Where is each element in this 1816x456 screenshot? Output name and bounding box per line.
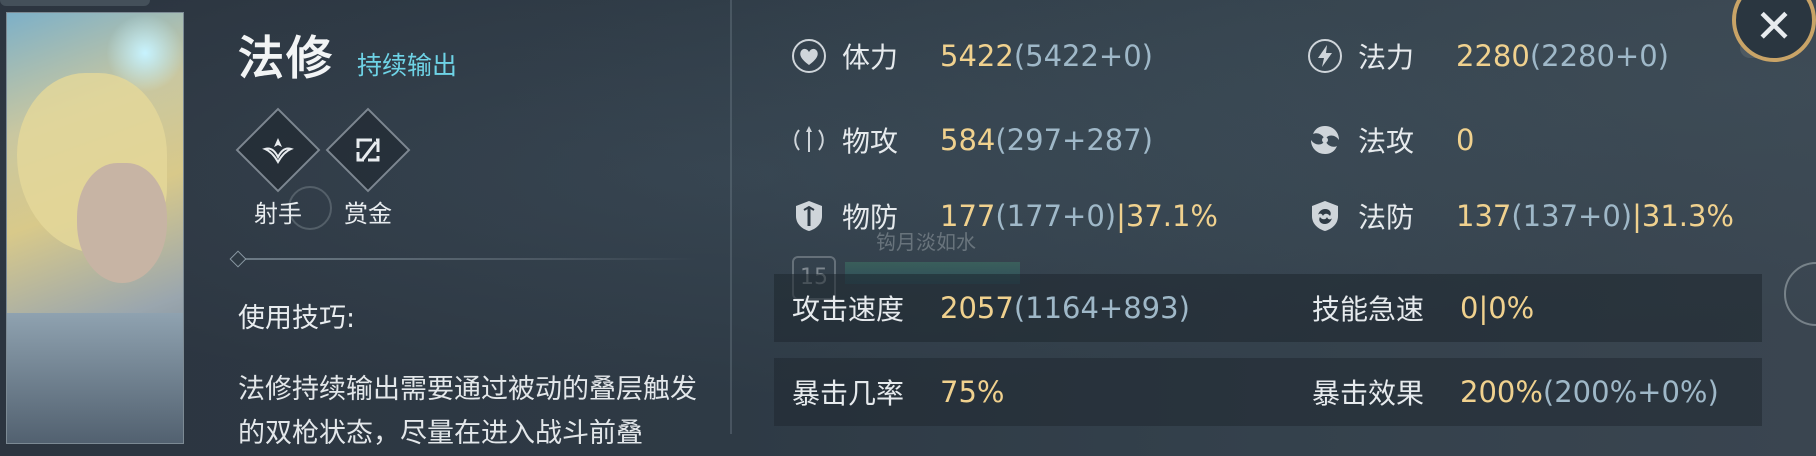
close-icon: ✕ — [1754, 0, 1794, 53]
stat-label: 法力 — [1358, 41, 1415, 74]
stat-crit-damage: 暴击效果 200%(200%+0%) — [1312, 358, 1719, 426]
magic-shield-icon — [1306, 197, 1344, 235]
stat-attack-speed: 攻击速度 2057(1164+893) — [792, 274, 1190, 342]
tips-text: 法修持续输出需要通过被动的叠层触发的双枪状态，尽量在进入战斗前叠 — [238, 374, 697, 449]
stat-value: 137(137+0)|31.3% — [1456, 199, 1734, 233]
stat-physical-attack: 物攻 584(297+287) — [790, 118, 1153, 162]
stat-mana: 法力 2280(2280+0) — [1306, 34, 1669, 78]
shield-icon — [790, 197, 828, 235]
stat-label: 法防 — [1358, 201, 1415, 234]
stat-label: 体力 — [842, 41, 899, 74]
stat-hp: 体力 5422(5422+0) — [790, 34, 1153, 78]
stat-value: 0|0% — [1460, 291, 1535, 325]
sword-icon — [790, 121, 828, 159]
bounty-icon — [340, 122, 396, 178]
stat-label: 法攻 — [1358, 125, 1415, 158]
stat-value: 0 — [1456, 123, 1475, 157]
stat-label: 物防 — [842, 201, 899, 234]
divider — [236, 258, 696, 260]
marksman-icon — [250, 122, 306, 178]
hero-portrait — [6, 12, 184, 444]
stat-label: 物攻 — [842, 125, 899, 158]
role-marksman[interactable]: 射手 — [235, 107, 321, 229]
hero-name: 法修 — [238, 31, 334, 85]
role-label: 赏金 — [344, 200, 392, 228]
stat-value: 75% — [940, 375, 1005, 409]
role-label: 射手 — [254, 200, 302, 228]
stat-label: 暴击几率 — [792, 377, 905, 410]
stat-crit-chance: 暴击几率 75% — [792, 358, 1004, 426]
heart-icon — [790, 37, 828, 75]
stat-value: 2057(1164+893) — [940, 291, 1190, 325]
lightning-icon — [1306, 37, 1344, 75]
stat-value: 2280(2280+0) — [1456, 39, 1669, 73]
stat-physical-defense: 物防 177(177+0)|37.1% — [790, 194, 1218, 238]
stat-label: 攻击速度 — [792, 293, 905, 326]
stat-ability-haste: 技能急速 0|0% — [1312, 274, 1534, 342]
stat-label: 暴击效果 — [1312, 377, 1425, 410]
stat-magic-defense: 法防 137(137+0)|31.3% — [1306, 194, 1734, 238]
role-bounty[interactable]: 赏金 — [325, 107, 411, 229]
stat-value: 584(297+287) — [940, 123, 1153, 157]
hero-tag: 持续输出 — [357, 51, 458, 80]
stat-magic-attack: 法攻 0 — [1306, 118, 1474, 162]
stat-value: 177(177+0)|37.1% — [940, 199, 1218, 233]
panel-divider — [730, 0, 732, 434]
stat-value: 5422(5422+0) — [940, 39, 1153, 73]
stat-value: 200%(200%+0%) — [1460, 375, 1719, 409]
swirl-icon — [1306, 121, 1344, 159]
top-tab — [0, 0, 150, 6]
tips-title: 使用技巧: — [238, 303, 356, 334]
stat-label: 技能急速 — [1312, 293, 1425, 326]
